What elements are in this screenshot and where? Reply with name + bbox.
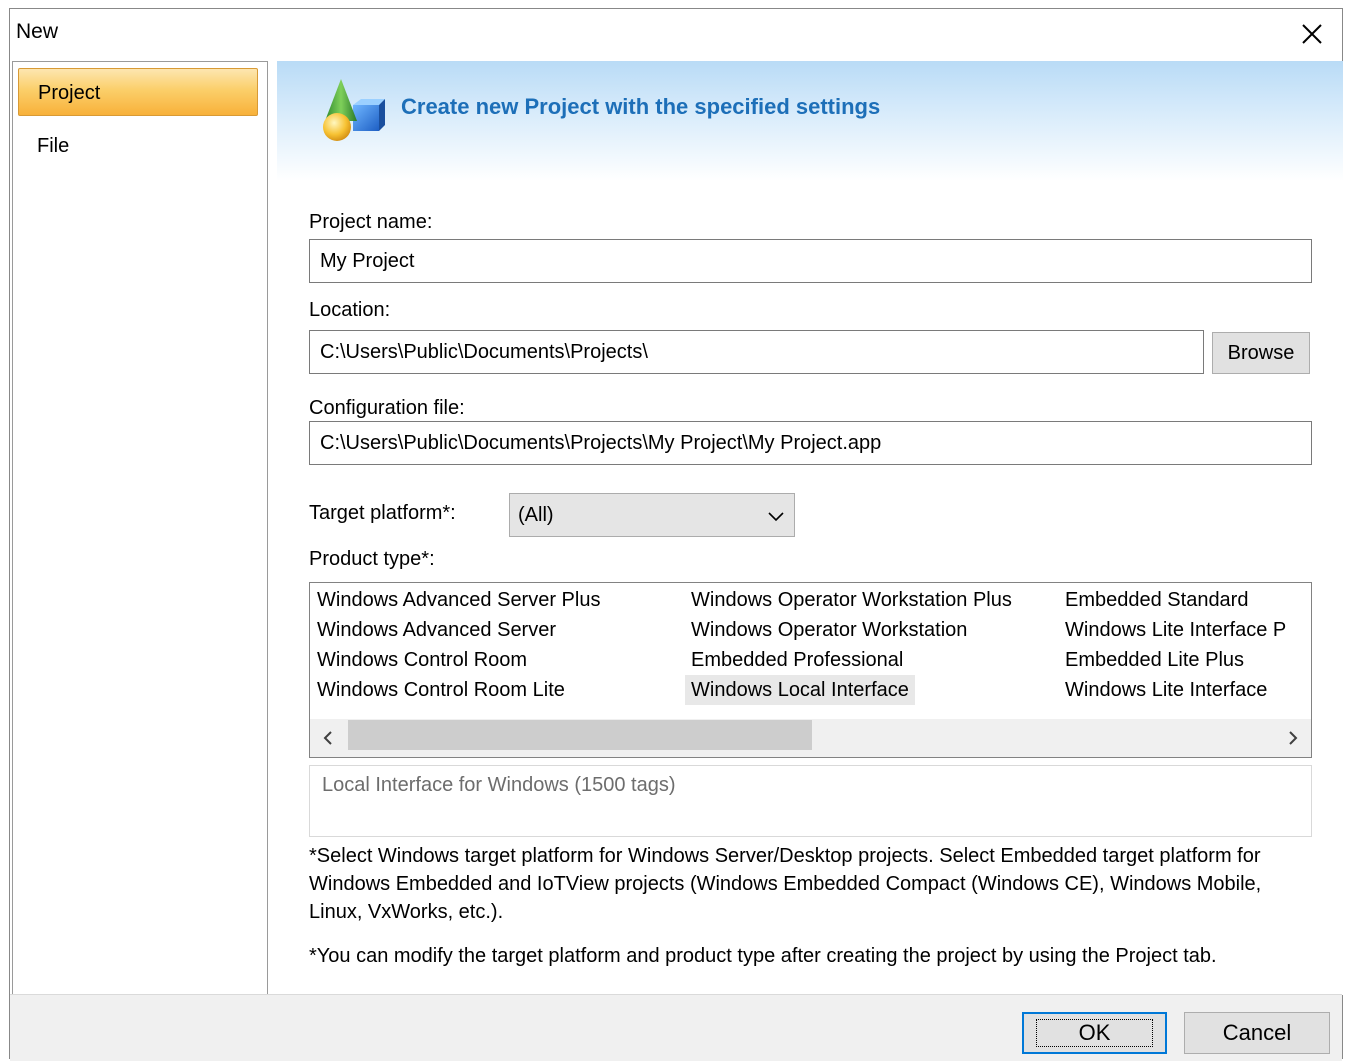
ok-button[interactable]: OK (1022, 1012, 1167, 1054)
project-name-input[interactable] (309, 239, 1312, 283)
list-item[interactable]: Windows Lite Interface P (1059, 615, 1292, 645)
title-bar: New (10, 9, 1342, 59)
close-icon (1302, 24, 1322, 44)
list-item[interactable]: Windows Control Room (311, 645, 533, 675)
new-dialog: New Project File Create new Project with… (9, 8, 1343, 1061)
close-button[interactable] (1282, 9, 1342, 59)
list-item[interactable]: Embedded Standard (1059, 585, 1254, 615)
ok-button-label: OK (1035, 1019, 1154, 1047)
product-type-list[interactable]: Windows Advanced Server Plus Windows Adv… (309, 582, 1312, 758)
sidebar-item-project[interactable]: Project (18, 68, 258, 116)
list-item[interactable]: Windows Lite Interface (1059, 675, 1273, 705)
platform-note: *Select Windows target platform for Wind… (309, 845, 1262, 923)
location-label: Location: (309, 299, 391, 321)
project-name-label: Project name: (309, 211, 433, 233)
list-item[interactable]: Windows Advanced Server (311, 615, 562, 645)
list-item[interactable]: Windows Operator Workstation Plus (685, 585, 1018, 615)
window-title: New (16, 20, 59, 43)
browse-button-label: Browse (1227, 341, 1295, 364)
sidebar-item-label: Project (38, 82, 101, 104)
modify-note: *You can modify the target platform and … (309, 945, 1217, 967)
target-platform-value: (All) (518, 504, 554, 526)
product-type-label: Product type*: (309, 548, 435, 570)
banner-title: Create new Project with the specified se… (401, 94, 881, 119)
browse-button[interactable]: Browse (1212, 332, 1310, 374)
chevron-right-icon (1289, 731, 1298, 745)
config-file-input[interactable] (309, 421, 1312, 465)
product-description: Local Interface for Windows (1500 tags) (322, 774, 676, 796)
scroll-right-button[interactable] (1275, 719, 1311, 757)
list-item[interactable]: Windows Advanced Server Plus (311, 585, 606, 615)
chevron-down-icon (768, 512, 784, 522)
footer-bar: OK Cancel (10, 994, 1342, 1061)
horizontal-scrollbar[interactable] (310, 719, 1311, 757)
scrollbar-thumb[interactable] (348, 720, 812, 750)
list-item[interactable]: Embedded Professional (685, 645, 909, 675)
product-description-box: Local Interface for Windows (1500 tags) (309, 765, 1312, 837)
project-shapes-icon (323, 79, 385, 141)
sidebar-item-label: File (37, 135, 70, 157)
list-item[interactable]: Windows Control Room Lite (311, 675, 571, 705)
chevron-left-icon (323, 731, 332, 745)
list-item[interactable]: Windows Operator Workstation (685, 615, 973, 645)
main-panel: Create new Project with the specified se… (277, 61, 1343, 995)
cancel-button[interactable]: Cancel (1184, 1012, 1330, 1054)
cancel-button-label: Cancel (1222, 1020, 1292, 1045)
sidebar-item-file[interactable]: File (18, 122, 258, 170)
header-banner: Create new Project with the specified se… (277, 61, 1343, 181)
location-input[interactable] (309, 330, 1204, 374)
config-file-label: Configuration file: (309, 397, 465, 419)
target-platform-label: Target platform*: (309, 502, 456, 524)
list-item[interactable]: Embedded Lite Plus (1059, 645, 1250, 675)
sidebar: Project File (12, 61, 268, 995)
target-platform-select[interactable]: (All) (509, 493, 795, 537)
list-item-selected[interactable]: Windows Local Interface (685, 675, 915, 705)
scroll-left-button[interactable] (310, 719, 346, 757)
